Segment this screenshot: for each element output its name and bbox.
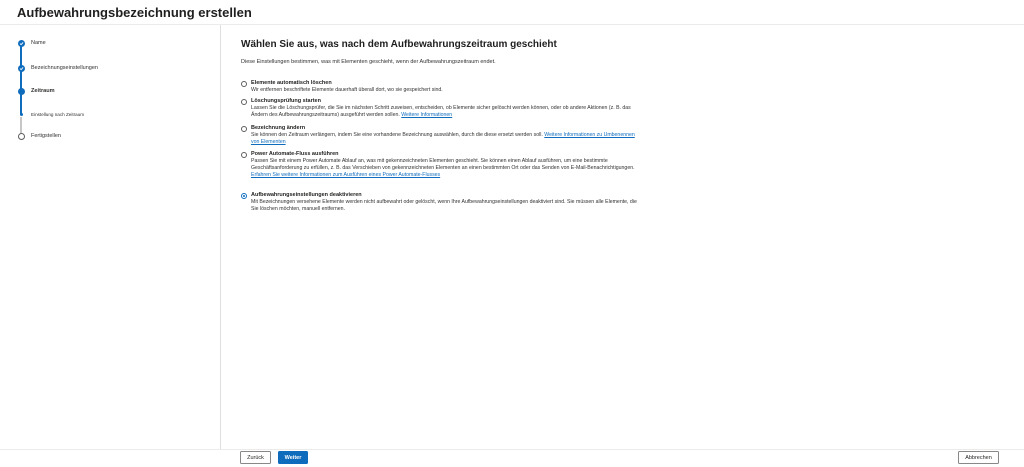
checkmark-icon [19,42,24,46]
option-description: Passen Sie mit einem Power Automate Abla… [251,158,641,179]
main-content: Wählen Sie aus, was nach dem Aufbewahrun… [241,39,1001,212]
radio-auto-delete[interactable] [241,81,247,87]
option-title: Elemente automatisch löschen [251,80,332,86]
option-title: Power Automate-Fluss ausführen [251,151,339,157]
title-bar: Aufbewahrungsbezeichnung erstellen [0,0,1024,24]
wizard-stepper: Name Bezeichnungseinstellungen Zeitraum … [0,25,221,449]
section-intro: Diese Einstellungen bestimmen, was mit E… [241,59,496,65]
step-label-finish: Fertigstellen [31,133,61,139]
wizard-page: Aufbewahrungsbezeichnung erstellen Name … [0,0,1024,467]
step-done-icon [18,40,25,47]
step-pending-icon [18,133,25,140]
option-description-text: Sie können den Zeitraum verlängern, inde… [251,132,543,138]
option-title: Bezeichnung ändern [251,125,306,131]
substep-current-icon [20,113,23,116]
step-connector [20,45,22,67]
option-title: Aufbewahrungseinstellungen deaktivieren [251,192,362,198]
next-button[interactable]: Weiter [278,451,308,464]
step-label-after-period[interactable]: Einstellung nach Zeitraum [31,112,84,117]
radio-deactivate-retention[interactable] [241,193,247,199]
learn-more-link[interactable]: Weitere Informationen [401,112,452,118]
option-description-text: Passen Sie mit einem Power Automate Abla… [251,158,635,171]
step-label-period[interactable]: Zeitraum [31,88,55,94]
step-done-icon [18,65,25,72]
step-connector [20,94,22,114]
power-automate-link[interactable]: Erfahren Sie weitere Informationen zum A… [251,172,440,178]
option-description: Sie können den Zeitraum verlängern, inde… [251,132,641,146]
option-description: Mit Bezeichnungen versehene Elemente wer… [251,199,641,213]
checkmark-icon [19,67,24,71]
page-title: Aufbewahrungsbezeichnung erstellen [17,5,252,20]
option-description: Lassen Sie die Löschungsprüfer, die Sie … [251,105,641,119]
option-description-text: Mit Bezeichnungen versehene Elemente wer… [251,199,637,212]
step-label-name[interactable]: Name [31,40,46,46]
option-description-text: Wir entfernen beschriftete Elemente daue… [251,87,443,93]
step-current-icon [18,88,25,95]
option-title: Löschungsprüfung starten [251,98,321,104]
radio-deletion-review[interactable] [241,99,247,105]
cancel-button[interactable]: Abbrechen [958,451,999,464]
footer-divider [0,449,1024,450]
step-label-label-settings[interactable]: Bezeichnungseinstellungen [31,65,98,71]
radio-change-label[interactable] [241,126,247,132]
back-button[interactable]: Zurück [240,451,271,464]
section-heading: Wählen Sie aus, was nach dem Aufbewahrun… [241,39,557,50]
option-description: Wir entfernen beschriftete Elemente daue… [251,87,641,94]
radio-power-automate[interactable] [241,152,247,158]
